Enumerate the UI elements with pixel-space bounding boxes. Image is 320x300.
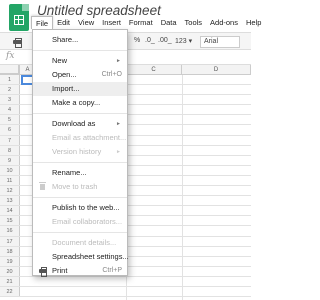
row-header[interactable]: 20 [0,266,20,276]
menu-item-version-history: Version history ► [33,145,127,159]
sheets-logo-icon[interactable] [9,4,29,31]
menu-divider [33,162,127,163]
submenu-arrow-icon: ► [116,121,121,127]
menu-item-label: Publish to the web... [52,203,120,212]
menu-item-make-copy[interactable]: Make a copy... [33,96,127,110]
menu-item-label: Move to trash [52,182,98,191]
menu-help[interactable]: Help [242,16,265,29]
select-all-corner[interactable] [0,65,20,75]
row-header[interactable]: 11 [0,175,20,186]
menu-item-spreadsheet-settings[interactable]: Spreadsheet settings... [33,250,129,264]
menu-file[interactable]: File [31,16,54,29]
menu-format[interactable]: Format [125,16,157,29]
column-header-d[interactable]: D [182,65,251,75]
row-header[interactable]: 4 [0,105,20,115]
menu-divider [33,232,127,233]
menu-item-label: New [52,56,68,65]
menu-tools[interactable]: Tools [181,16,207,29]
row-header[interactable]: 10 [0,165,20,175]
increase-decimal-button[interactable]: .00_ [158,37,172,44]
row-header[interactable]: 14 [0,206,20,216]
grid-row: 22 [0,286,251,298]
row-header[interactable]: 6 [0,125,20,135]
submenu-arrow-icon: ► [116,149,121,155]
row-header[interactable]: 1 [0,75,20,85]
menu-divider [33,113,127,114]
row-header[interactable]: 19 [0,256,20,266]
decrease-decimal-button[interactable]: .0_ [145,37,155,44]
percent-button[interactable]: % [134,37,140,44]
menu-item-label: Open... [52,70,77,79]
menu-item-label: Version history [52,147,102,156]
row-header[interactable]: 2 [0,85,20,95]
print-icon [39,267,47,277]
menu-item-rename[interactable]: Rename... [33,166,127,180]
row-header[interactable]: 12 [0,186,20,196]
menu-item-document-details: Document details... [33,236,127,250]
menu-item-label: Email as attachment... [52,133,127,142]
row-header[interactable]: 16 [0,226,20,236]
menu-item-label: Document details... [52,238,117,247]
trash-icon [39,182,46,190]
menu-item-import[interactable]: Import... [33,82,127,96]
row-header[interactable]: 15 [0,216,20,226]
menu-item-label: Share... [52,35,79,44]
menu-edit[interactable]: Edit [53,16,74,29]
row-header[interactable]: 18 [0,246,20,256]
menu-item-label: Rename... [52,168,87,177]
menu-item-email-attachment: Email as attachment... [33,131,127,145]
row-header[interactable]: 22 [0,286,20,297]
menu-item-move-to-trash: Move to trash [33,180,127,194]
row-header[interactable]: 21 [0,276,20,286]
grid-row: 21 [0,276,251,287]
menu-item-label: Print [52,266,68,275]
menu-data[interactable]: Data [157,16,181,29]
number-format-button[interactable]: 123 ▾ [175,37,192,45]
menu-view[interactable]: View [74,16,98,29]
menu-item-label: Import... [52,84,80,93]
menu-item-new[interactable]: New ► [33,54,127,68]
menu-item-label: Download as [52,119,96,128]
menu-item-download-as[interactable]: Download as ► [33,117,127,131]
row-header[interactable]: 3 [0,95,20,105]
shortcut-label: Ctrl+O [101,71,122,78]
row-header[interactable]: 8 [0,145,20,155]
menu-item-label: Spreadsheet settings... [52,252,129,261]
menu-item-open[interactable]: Open... Ctrl+O [33,68,127,82]
row-header[interactable]: 7 [0,135,20,145]
menu-insert[interactable]: Insert [98,16,125,29]
row-header[interactable]: 17 [0,236,20,246]
menu-addons[interactable]: Add-ons [206,16,242,29]
menu-divider [33,50,127,51]
menubar: File Edit View Insert Format Data Tools … [31,16,265,30]
menu-item-print[interactable]: Print Ctrl+P [33,264,127,278]
row-header[interactable]: 13 [0,196,20,206]
print-icon[interactable] [13,38,22,48]
menu-item-label: Email collaborators... [52,217,123,226]
font-select[interactable]: Arial [200,36,240,48]
row-header[interactable]: 9 [0,155,20,165]
menu-item-email-collaborators: Email collaborators... [33,215,127,229]
menu-divider [33,197,127,198]
shortcut-label: Ctrl+P [102,267,122,274]
file-menu: Share... New ► Open... Ctrl+O Import... Ma… [32,29,129,278]
menu-item-publish[interactable]: Publish to the web... [33,201,127,215]
submenu-arrow-icon: ► [116,58,121,64]
menu-item-label: Make a copy... [52,98,101,107]
menu-item-share[interactable]: Share... [33,33,127,47]
row-header[interactable]: 5 [0,115,20,125]
column-header-c[interactable]: C [126,65,182,75]
fx-icon: fx [6,51,15,61]
